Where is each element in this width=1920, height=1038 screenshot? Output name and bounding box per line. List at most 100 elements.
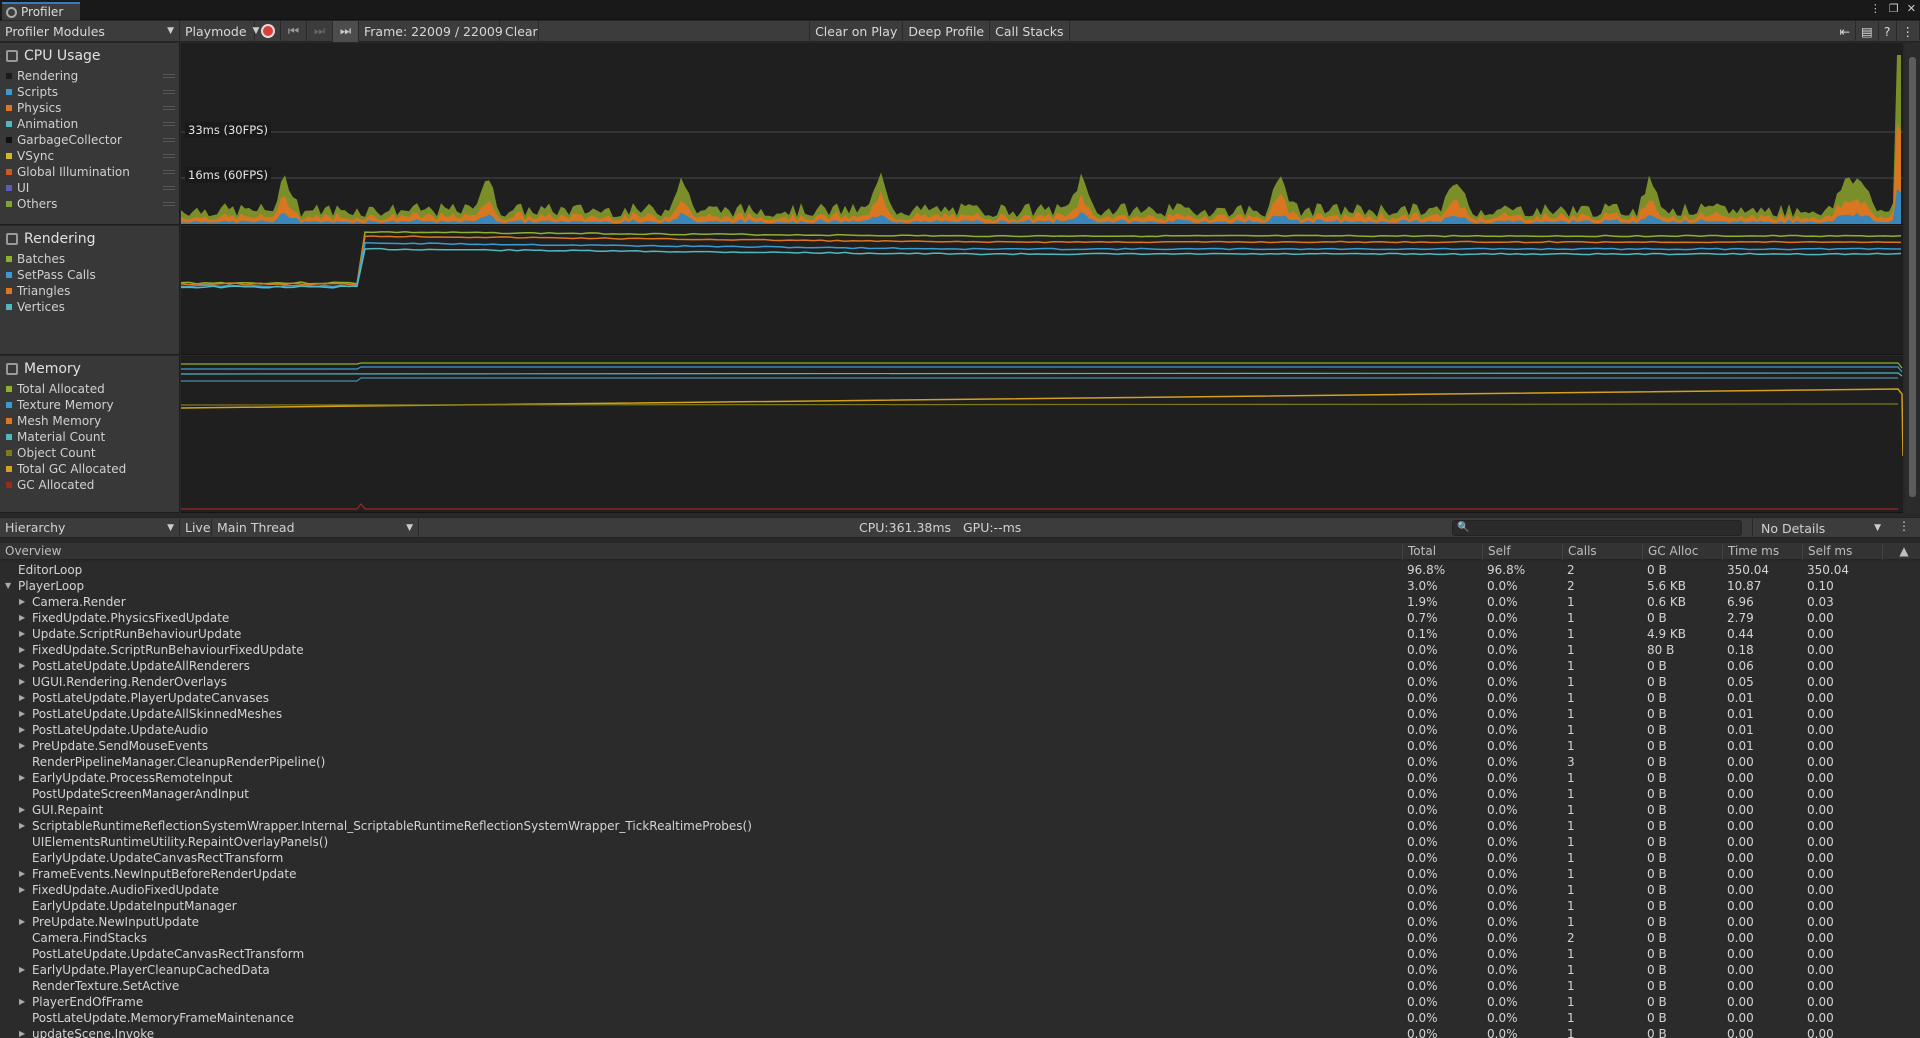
expand-arrow-icon[interactable]: ▶ — [19, 658, 25, 674]
table-row[interactable]: ▶ PostLateUpdate.UpdateAllSkinnedMeshes 0.… — [0, 706, 1920, 722]
cpu-legend-item[interactable]: Rendering — [0, 68, 179, 84]
current-frame-button[interactable]: ⏭ — [333, 20, 359, 42]
first-frame-button[interactable]: ⏮ — [281, 20, 307, 42]
cpu-legend-item[interactable]: Others — [0, 196, 179, 212]
cpu-legend-item[interactable]: GarbageCollector — [0, 132, 179, 148]
more-icon[interactable]: ⋮ — [1897, 20, 1920, 42]
expand-arrow-icon[interactable]: ▶ — [19, 706, 25, 722]
drag-handle-icon[interactable] — [163, 186, 175, 190]
view-dropdown[interactable]: Hierarchy ▼ — [0, 517, 180, 538]
playmode-dropdown[interactable]: Playmode ▼ — [180, 20, 259, 42]
cpu-legend-item[interactable]: Animation — [0, 116, 179, 132]
col-calls[interactable]: Calls — [1562, 544, 1642, 560]
drag-handle-icon[interactable] — [163, 170, 175, 174]
help-icon[interactable]: ? — [1879, 20, 1897, 42]
table-row[interactable]: RenderPipelineManager.CleanupRenderPipel… — [0, 754, 1920, 770]
table-row[interactable]: ▶ PlayerEndOfFrame 0.0% 0.0% 1 0 B 0.00 0.00 — [0, 994, 1920, 1010]
memory-legend-item[interactable]: Object Count — [0, 445, 179, 461]
live-toggle[interactable]: Live — [180, 517, 212, 538]
table-row[interactable]: PostLateUpdate.MemoryFrameMaintenance 0.0… — [0, 1010, 1920, 1026]
save-icon[interactable]: ▤ — [1856, 20, 1879, 42]
drag-handle-icon[interactable] — [163, 74, 175, 78]
memory-legend-item[interactable]: Total GC Allocated — [0, 461, 179, 477]
col-time-ms[interactable]: Time ms — [1722, 544, 1802, 560]
memory-legend-item[interactable]: GC Allocated — [0, 477, 179, 493]
rendering-legend-item[interactable]: Triangles — [0, 283, 179, 299]
maximize-icon[interactable]: ❐ — [1889, 2, 1899, 15]
expand-arrow-icon[interactable]: ▶ — [19, 738, 25, 754]
close-icon[interactable]: ✕ — [1907, 2, 1916, 15]
table-row[interactable]: ▶ PostLateUpdate.PlayerUpdateCanvases 0.0%… — [0, 690, 1920, 706]
expand-arrow-icon[interactable]: ▶ — [19, 882, 25, 898]
more-options-icon[interactable]: ⋮ — [1870, 2, 1881, 15]
table-row[interactable]: EditorLoop 96.8% 96.8% 2 0 B 350.04 350.04 — [0, 562, 1920, 578]
cpu-legend-item[interactable]: Physics — [0, 100, 179, 116]
expand-arrow-icon[interactable]: ▶ — [19, 674, 25, 690]
table-row[interactable]: ▼ PlayerLoop 3.0% 0.0% 2 5.6 KB 10.87 0.10 — [0, 578, 1920, 594]
record-button[interactable] — [255, 20, 281, 42]
rendering-module[interactable]: Rendering Batches SetPass Calls Triangles V… — [0, 226, 180, 355]
memory-legend-item[interactable]: Texture Memory — [0, 397, 179, 413]
expand-arrow-icon[interactable]: ▶ — [19, 914, 25, 930]
expand-arrow-icon[interactable]: ▶ — [19, 626, 25, 642]
clear-on-play-toggle[interactable]: Clear on Play — [809, 20, 904, 42]
expand-arrow-icon[interactable]: ▶ — [19, 962, 25, 978]
table-row[interactable]: ▶ FixedUpdate.AudioFixedUpdate 0.0% 0.0% 1 0 … — [0, 882, 1920, 898]
memory-chart[interactable] — [181, 356, 1903, 513]
memory-legend-item[interactable]: Material Count — [0, 429, 179, 445]
search-input[interactable]: 🔍 — [1452, 520, 1742, 536]
expand-arrow-icon[interactable]: ▶ — [19, 818, 25, 834]
load-icon[interactable]: ⇤ — [1835, 20, 1857, 42]
expand-arrow-icon[interactable]: ▶ — [19, 802, 25, 818]
details-dropdown[interactable]: No Details ▼ — [1752, 518, 1887, 538]
drag-handle-icon[interactable] — [163, 138, 175, 142]
expand-arrow-icon[interactable]: ▶ — [19, 594, 25, 610]
profiler-modules-dropdown[interactable]: Profiler Modules ▼ — [0, 20, 180, 42]
table-row[interactable]: ▶ GUI.Repaint 0.0% 0.0% 1 0 B 0.00 0.00 — [0, 802, 1920, 818]
expand-arrow-icon[interactable]: ▶ — [19, 994, 25, 1010]
drag-handle-icon[interactable] — [163, 106, 175, 110]
call-stacks-toggle[interactable]: Call Stacks — [990, 20, 1070, 42]
memory-legend-item[interactable]: Mesh Memory — [0, 413, 179, 429]
table-row[interactable]: ▶ UGUI.Rendering.RenderOverlays 0.0% 0.0% 1 0… — [0, 674, 1920, 690]
memory-legend-item[interactable]: Total Allocated — [0, 381, 179, 397]
collapse-arrow-icon[interactable]: ▼ — [5, 578, 11, 594]
memory-module[interactable]: Memory Total Allocated Texture Memory Mesh… — [0, 356, 180, 513]
expand-arrow-icon[interactable]: ▶ — [19, 866, 25, 882]
rendering-legend-item[interactable]: SetPass Calls — [0, 267, 179, 283]
table-row[interactable]: ▶ FixedUpdate.PhysicsFixedUpdate 0.7% 0.0% 1… — [0, 610, 1920, 626]
table-row[interactable]: ▶ FrameEvents.NewInputBeforeRenderUpdate 0… — [0, 866, 1920, 882]
table-row[interactable]: EarlyUpdate.UpdateInputManager 0.0% 0.0% 1 0… — [0, 898, 1920, 914]
table-row[interactable]: ▶ PostLateUpdate.UpdateAllRenderers 0.0% 0.… — [0, 658, 1920, 674]
rendering-chart[interactable] — [181, 226, 1903, 355]
tab-profiler[interactable]: Profiler — [2, 2, 80, 20]
modules-scrollbar-thumb[interactable] — [1909, 57, 1916, 497]
table-row[interactable]: ▶ PreUpdate.SendMouseEvents 0.0% 0.0% 1 0 B 0.… — [0, 738, 1920, 754]
table-row[interactable]: ▶ FixedUpdate.ScriptRunBehaviourFixedUpda… — [0, 642, 1920, 658]
cpu-legend-item[interactable]: UI — [0, 180, 179, 196]
table-row[interactable]: ▶ Update.ScriptRunBehaviourUpdate 0.1% 0.0%… — [0, 626, 1920, 642]
table-row[interactable]: RenderTexture.SetActive 0.0% 0.0% 1 0 B 0.00 0… — [0, 978, 1920, 994]
table-row[interactable]: EarlyUpdate.UpdateCanvasRectTransform 0.0… — [0, 850, 1920, 866]
expand-arrow-icon[interactable]: ▶ — [19, 770, 25, 786]
table-row[interactable]: ▶ PreUpdate.NewInputUpdate 0.0% 0.0% 1 0 B 0.0… — [0, 914, 1920, 930]
cpu-legend-item[interactable]: VSync — [0, 148, 179, 164]
next-frame-button[interactable]: ⏭ — [307, 20, 333, 42]
table-row[interactable]: Camera.FindStacks 0.0% 0.0% 2 0 B 0.00 0.00 — [0, 930, 1920, 946]
cpu-legend-item[interactable]: Scripts — [0, 84, 179, 100]
more-icon[interactable]: ⋮ — [1898, 519, 1910, 533]
col-self[interactable]: Self — [1482, 544, 1562, 560]
expand-arrow-icon[interactable]: ▶ — [19, 610, 25, 626]
drag-handle-icon[interactable] — [163, 154, 175, 158]
deep-profile-toggle[interactable]: Deep Profile — [903, 20, 991, 42]
expand-arrow-icon[interactable]: ▶ — [19, 1026, 25, 1038]
col-overview[interactable]: Overview — [0, 544, 1400, 560]
rendering-legend-item[interactable]: Batches — [0, 251, 179, 267]
table-row[interactable]: ▶ PostLateUpdate.UpdateAudio 0.0% 0.0% 1 0 B 0… — [0, 722, 1920, 738]
modules-scrollbar[interactable] — [1905, 43, 1920, 513]
sort-warning-icon[interactable]: ▲ — [1882, 544, 1920, 560]
col-gc-alloc[interactable]: GC Alloc — [1642, 544, 1722, 560]
cpu-usage-chart[interactable]: 33ms (30FPS) 16ms (60FPS) — [181, 43, 1903, 225]
drag-handle-icon[interactable] — [163, 122, 175, 126]
table-row[interactable]: ▶ ScriptableRuntimeReflectionSystemWrappe… — [0, 818, 1920, 834]
